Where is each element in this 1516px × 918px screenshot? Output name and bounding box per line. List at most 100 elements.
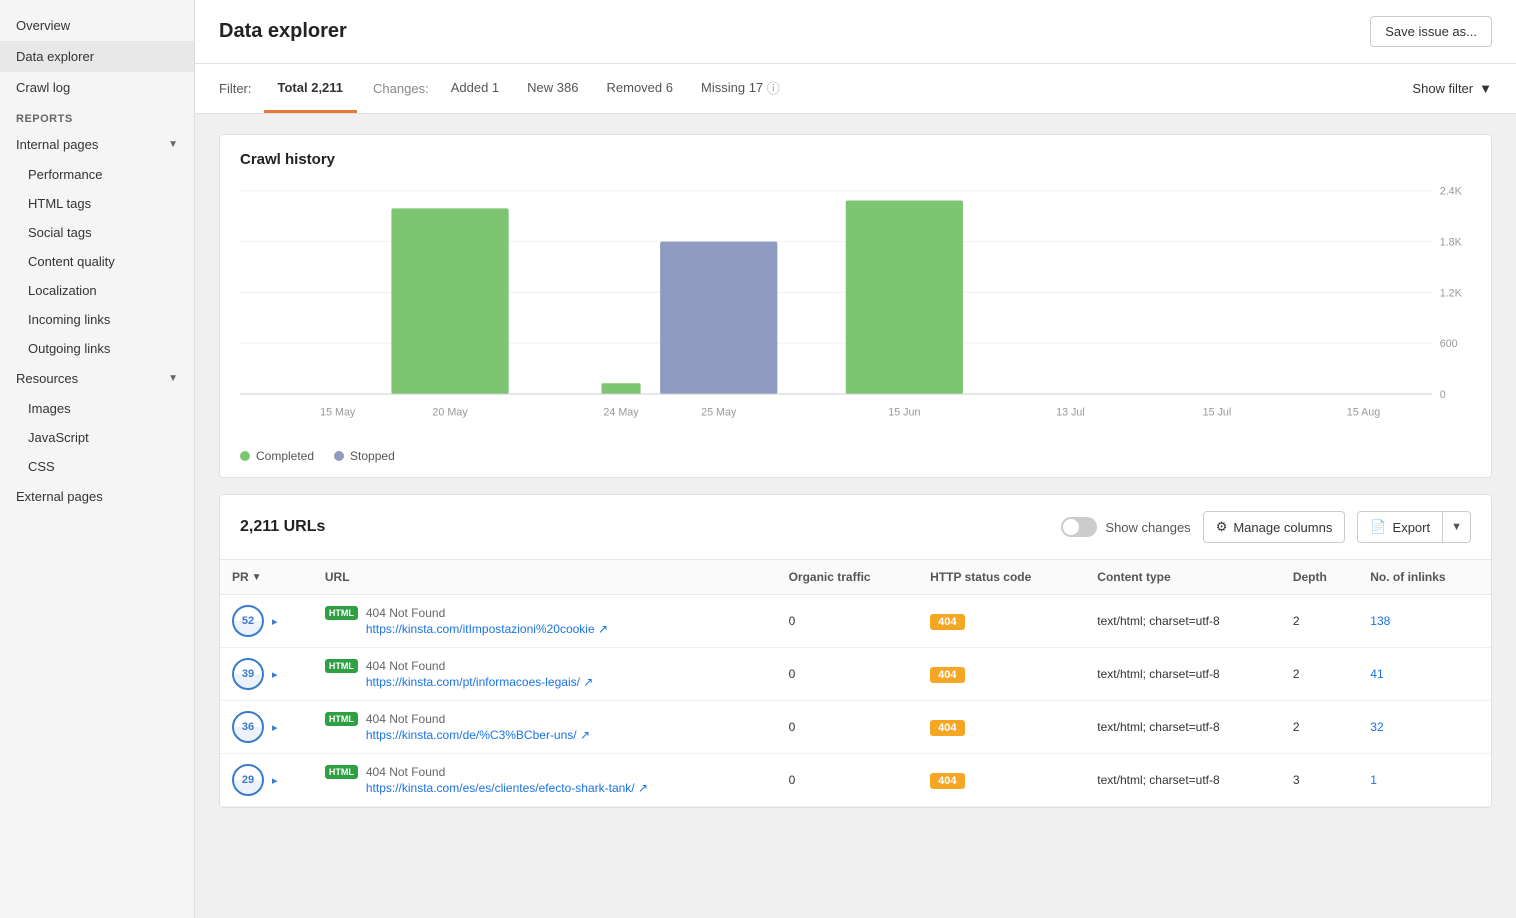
cell-content-type-3: text/html; charset=utf-8 [1085,754,1281,807]
inlinks-link-3[interactable]: 1 [1370,773,1377,787]
external-link-icon-2: ↗ [580,728,590,742]
table-row: 29 ▸ HTML 404 Not Found https://kinsta.c… [220,754,1491,807]
urls-actions: Show changes ⚙ Manage columns 📄 Export ▼ [1061,511,1471,543]
info-icon: ⓘ [767,78,780,97]
chevron-down-icon-resources: ▼ [168,373,178,384]
th-depth: Depth [1281,560,1358,595]
filter-tab-new[interactable]: New 386 [513,64,592,113]
sort-icon-pr: ▼ [252,572,262,583]
inlinks-link-2[interactable]: 32 [1370,720,1383,734]
manage-columns-button[interactable]: ⚙ Manage columns [1203,511,1346,543]
pr-arrow-1: ▸ [272,668,278,681]
th-url: URL [313,560,777,595]
svg-text:13 Jul: 13 Jul [1056,406,1085,418]
legend-completed: Completed [240,449,314,463]
url-status-2: 404 Not Found [366,712,590,726]
filter-tab-total-label: Total [278,80,308,95]
sidebar-item-overview[interactable]: Overview [0,10,194,41]
cell-organic-traffic-3: 0 [777,754,919,807]
sidebar-sub-item-social-tags[interactable]: Social tags [0,218,194,247]
filter-tabs: Filter: Total 2,211 Changes: Added 1 New… [219,64,794,113]
cell-http-status-2: 404 [918,701,1085,754]
svg-text:0: 0 [1440,389,1446,401]
legend-stopped-label: Stopped [350,449,395,463]
sidebar-sub-item-performance[interactable]: Performance [0,160,194,189]
status-badge-1: 404 [930,667,964,683]
filter-tab-added[interactable]: Added 1 [437,64,513,113]
reports-section-title: REPORTS [0,103,194,129]
url-cell-2: 404 Not Found https://kinsta.com/de/%C3%… [366,712,590,742]
chart-svg: 2.4K 1.8K 1.2K 600 0 15 May 20 May [240,178,1471,438]
urls-table: PR ▼ URL Organic traffic HTTP status cod… [220,560,1491,807]
svg-text:15 May: 15 May [320,406,356,418]
sidebar-sub-item-html-tags[interactable]: HTML tags [0,189,194,218]
sidebar-item-crawl-log[interactable]: Crawl log [0,72,194,103]
filter-tab-total[interactable]: Total 2,211 [264,64,358,113]
export-icon: 📄 [1370,519,1386,535]
sidebar-group-internal-pages-label: Internal pages [16,137,98,152]
sidebar: Overview Data explorer Crawl log REPORTS… [0,0,195,918]
svg-text:24 May: 24 May [603,406,639,418]
inlinks-link-0[interactable]: 138 [1370,614,1390,628]
filter-tab-missing-label: Missing [701,80,745,95]
url-link-0[interactable]: https://kinsta.com/itImpostazioni%20cook… [366,622,608,636]
th-inlinks: No. of inlinks [1358,560,1491,595]
sidebar-sub-item-localization[interactable]: Localization [0,276,194,305]
page-title: Data explorer [219,20,347,43]
filter-label: Filter: [219,81,252,96]
stopped-dot [334,451,344,461]
filter-tab-missing[interactable]: Missing 17 ⓘ [687,64,794,113]
sidebar-sub-item-javascript[interactable]: JavaScript [0,423,194,452]
cell-depth-1: 2 [1281,648,1358,701]
sidebar-sub-item-content-quality[interactable]: Content quality [0,247,194,276]
sidebar-item-data-explorer[interactable]: Data explorer [0,41,194,72]
filter-tab-added-label: Added [451,80,489,95]
html-badge-1: HTML [325,659,358,673]
svg-text:15 Jun: 15 Jun [888,406,920,418]
url-cell-3: 404 Not Found https://kinsta.com/es/es/c… [366,765,648,795]
show-changes-toggle-wrapper: Show changes [1061,517,1190,537]
table-header: PR ▼ URL Organic traffic HTTP status cod… [220,560,1491,595]
svg-text:1.8K: 1.8K [1440,236,1463,248]
sidebar-item-external-pages[interactable]: External pages [0,481,194,512]
filter-tab-removed[interactable]: Removed 6 [593,64,688,113]
sidebar-sub-item-incoming-links[interactable]: Incoming links [0,305,194,334]
changes-label: Changes: [373,81,429,96]
url-link-2[interactable]: https://kinsta.com/de/%C3%BCber-uns/ ↗ [366,728,590,742]
sidebar-sub-item-images[interactable]: Images [0,394,194,423]
export-main-button[interactable]: 📄 Export [1358,512,1443,542]
legend-completed-label: Completed [256,449,314,463]
filter-tab-removed-count: 6 [666,80,673,95]
show-filter-button[interactable]: Show filter ▼ [1412,81,1492,96]
page-header: Data explorer Save issue as... [195,0,1516,64]
cell-organic-traffic-2: 0 [777,701,919,754]
cell-url-3: HTML 404 Not Found https://kinsta.com/es… [313,754,777,807]
pr-arrow-0: ▸ [272,615,278,628]
url-status-1: 404 Not Found [366,659,594,673]
cell-inlinks-0: 138 [1358,595,1491,648]
show-changes-toggle[interactable] [1061,517,1097,537]
svg-text:25 May: 25 May [701,406,737,418]
filter-tab-new-count: 386 [557,80,579,95]
export-dropdown-button[interactable]: ▼ [1443,514,1470,540]
cell-pr-1: 39 ▸ [220,648,313,701]
completed-dot [240,451,250,461]
sidebar-sub-item-outgoing-links[interactable]: Outgoing links [0,334,194,363]
export-button-wrapper: 📄 Export ▼ [1357,511,1471,543]
chevron-down-icon: ▼ [168,139,178,150]
save-issue-button[interactable]: Save issue as... [1370,16,1492,47]
main-content: Data explorer Save issue as... Filter: T… [195,0,1516,918]
url-link-1[interactable]: https://kinsta.com/pt/informacoes-legais… [366,675,594,689]
url-link-3[interactable]: https://kinsta.com/es/es/clientes/efecto… [366,781,648,795]
manage-columns-label: Manage columns [1233,520,1332,535]
url-cell-1: 404 Not Found https://kinsta.com/pt/info… [366,659,594,689]
cell-url-1: HTML 404 Not Found https://kinsta.com/pt… [313,648,777,701]
sidebar-group-internal-pages[interactable]: Internal pages ▼ [0,129,194,160]
th-content-type: Content type [1085,560,1281,595]
cell-content-type-1: text/html; charset=utf-8 [1085,648,1281,701]
cell-inlinks-1: 41 [1358,648,1491,701]
gear-icon: ⚙ [1216,519,1228,535]
sidebar-group-resources[interactable]: Resources ▼ [0,363,194,394]
sidebar-sub-item-css[interactable]: CSS [0,452,194,481]
inlinks-link-1[interactable]: 41 [1370,667,1383,681]
